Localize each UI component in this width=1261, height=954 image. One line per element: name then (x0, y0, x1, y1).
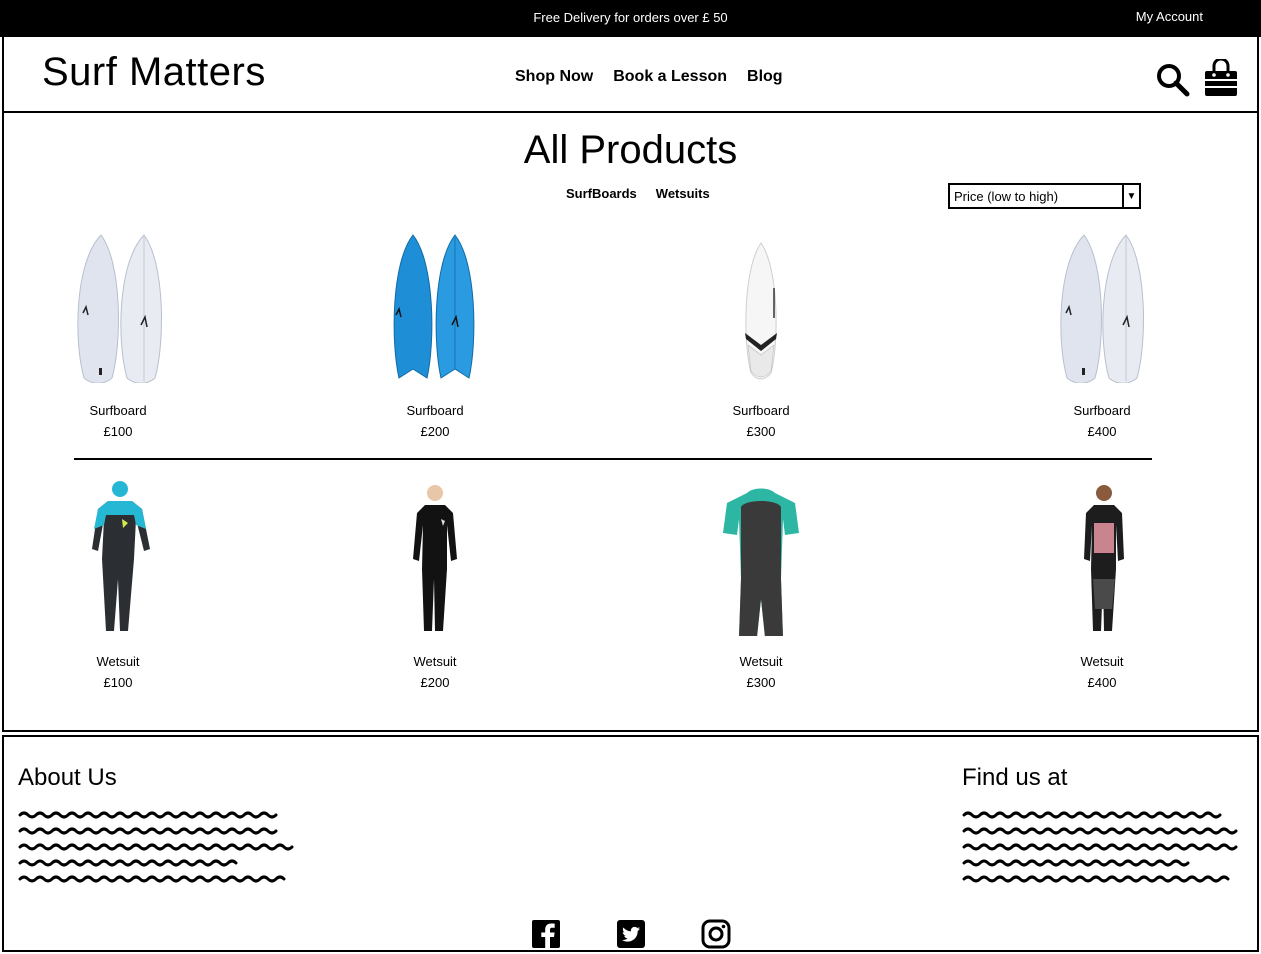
product-card[interactable]: Wetsuit £100 (38, 479, 198, 690)
product-name: Surfboard (406, 403, 464, 418)
product-price: £200 (420, 424, 450, 439)
announcement-bar: Free Delivery for orders over £ 50 My Ac… (0, 0, 1261, 37)
product-price: £300 (746, 424, 776, 439)
surfboard-image (681, 233, 841, 383)
sort-selected-value: Price (low to high) (954, 189, 1059, 204)
filter-wetsuits[interactable]: Wetsuits (656, 186, 710, 201)
product-price: £300 (746, 675, 776, 690)
product-listing: All Products SurfBoards Wetsuits Price (… (2, 113, 1259, 732)
row-divider (74, 458, 1152, 460)
product-price: £100 (103, 424, 133, 439)
twitter-icon[interactable] (616, 919, 646, 949)
instagram-icon[interactable] (701, 919, 731, 949)
product-name: Wetsuit (739, 654, 783, 669)
facebook-icon[interactable] (531, 919, 561, 949)
site-logo[interactable]: Surf Matters (42, 50, 266, 95)
product-name: Surfboard (1073, 403, 1131, 418)
category-filters: SurfBoards Wetsuits (566, 186, 710, 201)
free-delivery-banner: Free Delivery for orders over £ 50 (533, 10, 728, 25)
filter-surfboards[interactable]: SurfBoards (566, 186, 637, 201)
product-name: Wetsuit (413, 654, 457, 669)
wetsuit-image (1022, 479, 1182, 636)
nav-shop-now[interactable]: Shop Now (515, 68, 593, 86)
product-name: Wetsuit (96, 654, 140, 669)
product-card[interactable]: Wetsuit £400 (1022, 479, 1182, 690)
product-price: £400 (1087, 424, 1117, 439)
product-price: £100 (103, 675, 133, 690)
surfboard-image (1022, 233, 1182, 384)
surfboard-image (355, 233, 515, 383)
wetsuit-image (355, 479, 515, 636)
product-card[interactable]: Wetsuit £300 (681, 479, 841, 690)
product-card[interactable]: Surfboard £100 (38, 233, 198, 439)
about-us-text-placeholder (18, 811, 294, 883)
product-name: Surfboard (732, 403, 790, 418)
product-card[interactable]: Surfboard £400 (1022, 233, 1182, 439)
about-us-heading: About Us (18, 764, 117, 791)
product-card[interactable]: Wetsuit £200 (355, 479, 515, 690)
search-icon[interactable] (1156, 63, 1190, 97)
find-us-text-placeholder (962, 811, 1238, 883)
find-us-heading: Find us at (962, 764, 1068, 791)
site-footer: About Us Find us at (2, 735, 1259, 952)
my-account-link[interactable]: My Account (1136, 9, 1203, 24)
product-price: £400 (1087, 675, 1117, 690)
main-nav: Shop Now Book a Lesson Blog (515, 68, 783, 86)
sort-select[interactable]: Price (low to high) ▼ (948, 183, 1141, 209)
site-header: Surf Matters Shop Now Book a Lesson Blog (2, 37, 1259, 113)
product-name: Wetsuit (1080, 654, 1124, 669)
wetsuit-image (681, 479, 841, 637)
product-card[interactable]: Surfboard £300 (681, 233, 841, 439)
shopping-bag-icon[interactable] (1203, 57, 1239, 97)
product-name: Surfboard (89, 403, 147, 418)
chevron-down-icon[interactable]: ▼ (1122, 185, 1139, 207)
nav-blog[interactable]: Blog (747, 68, 783, 86)
page-title: All Products (523, 128, 738, 172)
wetsuit-image (38, 479, 198, 636)
surfboard-image (38, 233, 198, 384)
nav-book-a-lesson[interactable]: Book a Lesson (613, 68, 727, 86)
product-card[interactable]: Surfboard £200 (355, 233, 515, 439)
product-price: £200 (420, 675, 450, 690)
